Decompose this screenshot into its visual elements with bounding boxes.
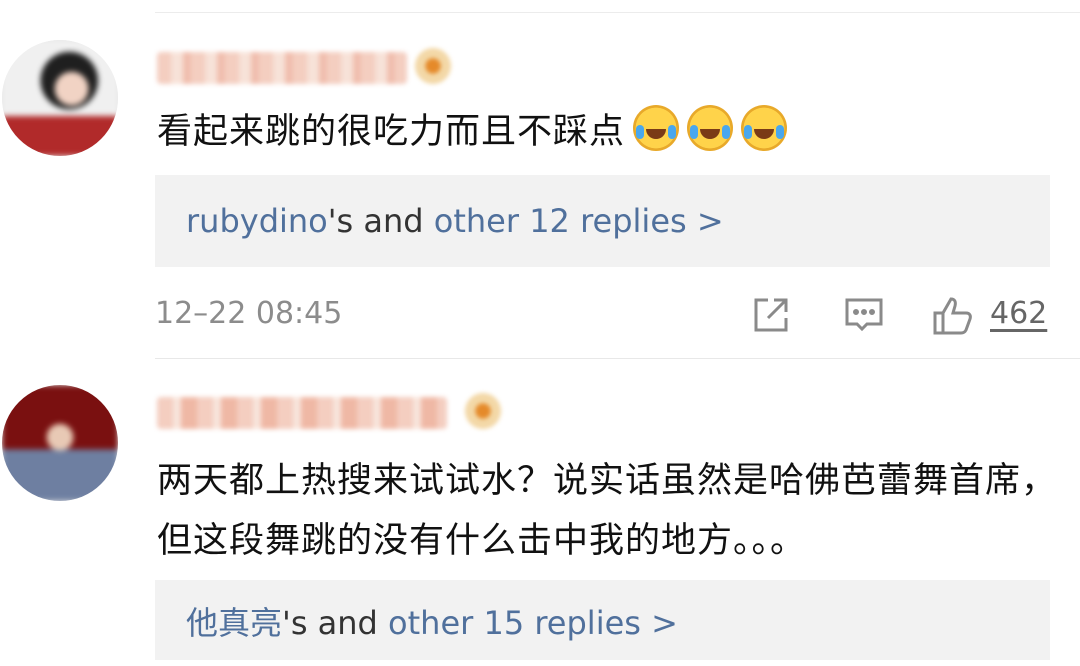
laugh-cry-emoji-icon [741,105,788,151]
more-replies-link[interactable]: other 15 replies > [388,604,678,642]
avatar[interactable] [2,40,118,156]
comment-text: 看起来跳的很吃力而且不踩点 [157,104,1057,160]
like-count[interactable]: 462 [990,292,1047,336]
laugh-cry-emoji-icon [687,105,734,151]
replies-preview[interactable]: 他真亮's and other 15 replies > [155,580,1050,660]
reply-user-link[interactable]: 他真亮 [186,604,282,642]
comment-time: 12–22 08:45 [155,296,343,331]
laugh-cry-emoji-icon [633,105,680,151]
user-badge-icon [465,393,501,429]
thumbs-up-icon[interactable] [931,296,975,340]
reply-and-text: 's and [327,202,434,240]
user-badge-icon [415,48,451,84]
comment-text-content: 看起来跳的很吃力而且不踩点 [157,112,626,152]
share-icon[interactable] [750,296,790,338]
comment-meta: 12–22 08:45 462 [155,292,1050,336]
replies-preview[interactable]: rubydino's and other 12 replies > [155,175,1050,267]
avatar[interactable] [2,385,118,501]
reply-and-text: 's and [282,604,389,642]
top-divider [155,12,1080,13]
reply-user-link[interactable]: rubydino [186,202,328,240]
username-blurred[interactable] [157,397,447,429]
comment-icon[interactable] [843,296,885,338]
comment-divider [155,358,1080,359]
username-blurred[interactable] [157,52,407,84]
comment-text: 两天都上热搜来试试水？说实话虽然是哈佛芭蕾舞首席，但这段舞跳的没有什么击中我的地… [157,461,1058,561]
more-replies-link[interactable]: other 12 replies > [434,202,724,240]
